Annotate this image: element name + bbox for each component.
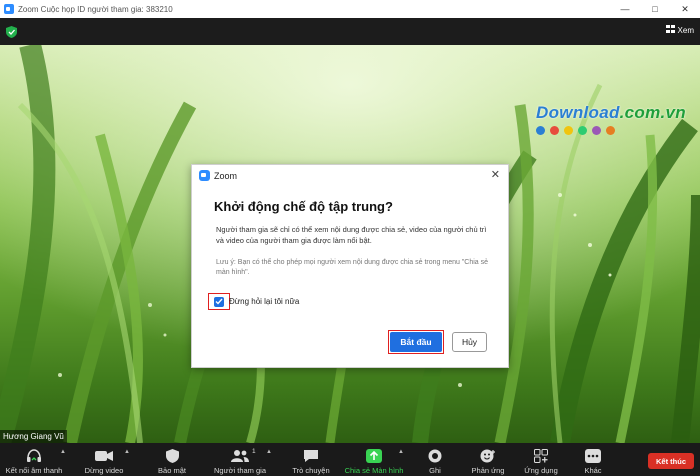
meeting-toolbar: Kết nối âm thanh ▲ Dừng video ▲ Bảo mật … [0,443,700,476]
checkbox-highlight [208,293,230,310]
minimize-icon[interactable]: — [610,0,640,18]
zoom-logo-icon [199,170,210,181]
stop-video-label: Dừng video [84,466,124,475]
watermark-tld: .com.vn [619,103,686,122]
shield-check-icon[interactable] [6,25,17,43]
dont-ask-again-label[interactable]: Đừng hỏi lại tôi nữa [229,297,299,306]
close-icon[interactable]: ✕ [491,169,500,181]
dialog-heading: Khởi động chế độ tập trung? [214,199,393,214]
view-button[interactable]: Xem [665,25,694,35]
apps-button[interactable]: Ứng dụng [520,443,562,476]
more-button[interactable]: Khác [580,443,606,476]
participants-icon [231,447,249,464]
participants-count: 1 [252,448,256,455]
join-audio-button[interactable]: Kết nối âm thanh [2,443,66,476]
share-screen-button[interactable]: Chia sẻ Màn hình [340,443,408,476]
reactions-label: Phản ứng [471,466,505,475]
security-button[interactable]: Bảo mật [150,443,194,476]
start-button-highlight: Bắt đầu [388,330,444,354]
download-watermark: Download.com.vn [536,103,686,135]
chat-label: Trò chuyện [292,466,330,475]
participants-label: Người tham gia [213,466,267,475]
security-label: Bảo mật [158,466,186,475]
dialog-title: Zoom [214,170,238,181]
end-meeting-button[interactable]: Kết thúc [648,453,694,469]
dialog-note: Lưu ý: Bạn có thể cho phép mọi người xem… [216,259,489,276]
participant-name-label: Hương Giang Vũ [0,430,67,443]
chat-button[interactable]: Trò chuyện [288,443,334,476]
more-dots-icon [585,447,601,464]
dialog-header: Zoom ✕ [192,165,508,186]
join-audio-label: Kết nối âm thanh [5,466,63,475]
video-camera-icon [95,447,113,464]
maximize-icon[interactable]: □ [640,0,670,18]
headphones-icon [26,447,42,464]
audio-options-caret[interactable]: ▲ [60,449,66,455]
watermark-dot [578,126,588,135]
reactions-button[interactable]: Phản ứng [468,443,508,476]
share-screen-label: Chia sẻ Màn hình [344,466,404,475]
view-label: Xem [677,25,694,35]
chat-bubble-icon [303,447,319,464]
dont-ask-again-checkbox[interactable] [214,296,224,307]
shield-icon [165,447,179,464]
title-bar: Zoom Cuộc họp ID người tham gia: 383210 … [0,0,700,18]
checkmark-icon [215,298,223,305]
cancel-button[interactable]: Hủy [452,332,487,352]
watermark-dots [536,126,686,135]
stop-video-button[interactable]: Dừng video [78,443,130,476]
video-options-caret[interactable]: ▲ [124,449,130,455]
zoom-meeting-window: Zoom Cuộc họp ID người tham gia: 383210 … [0,0,700,476]
smiley-plus-icon [480,447,496,464]
watermark-dot [536,126,546,135]
watermark-main: Download [536,103,620,122]
share-screen-icon [366,447,382,464]
apps-icon [534,447,548,464]
close-icon[interactable]: ✕ [670,0,700,18]
watermark-dot [606,126,616,135]
watermark-dot [592,126,602,135]
participants-options-caret[interactable]: ▲ [266,449,272,455]
watermark-dot [550,126,560,135]
record-icon [428,447,442,464]
share-options-caret[interactable]: ▲ [398,449,404,455]
participants-button[interactable]: Người tham gia [208,443,272,476]
record-label: Ghi [429,466,441,475]
grid-icon [665,25,675,35]
record-button[interactable]: Ghi [422,443,448,476]
apps-label: Ứng dụng [524,466,558,475]
window-title: Zoom Cuộc họp ID người tham gia: 383210 [18,4,173,14]
start-button[interactable]: Bắt đầu [390,332,442,352]
zoom-logo-icon [4,4,14,14]
focus-mode-dialog: Zoom ✕ Khởi động chế độ tập trung? Người… [191,164,509,368]
meeting-top-bar: Xem [0,18,700,45]
dialog-description: Người tham gia sẽ chỉ có thể xem nội dun… [216,225,487,245]
more-label: Khác [584,466,602,475]
watermark-dot [564,126,574,135]
